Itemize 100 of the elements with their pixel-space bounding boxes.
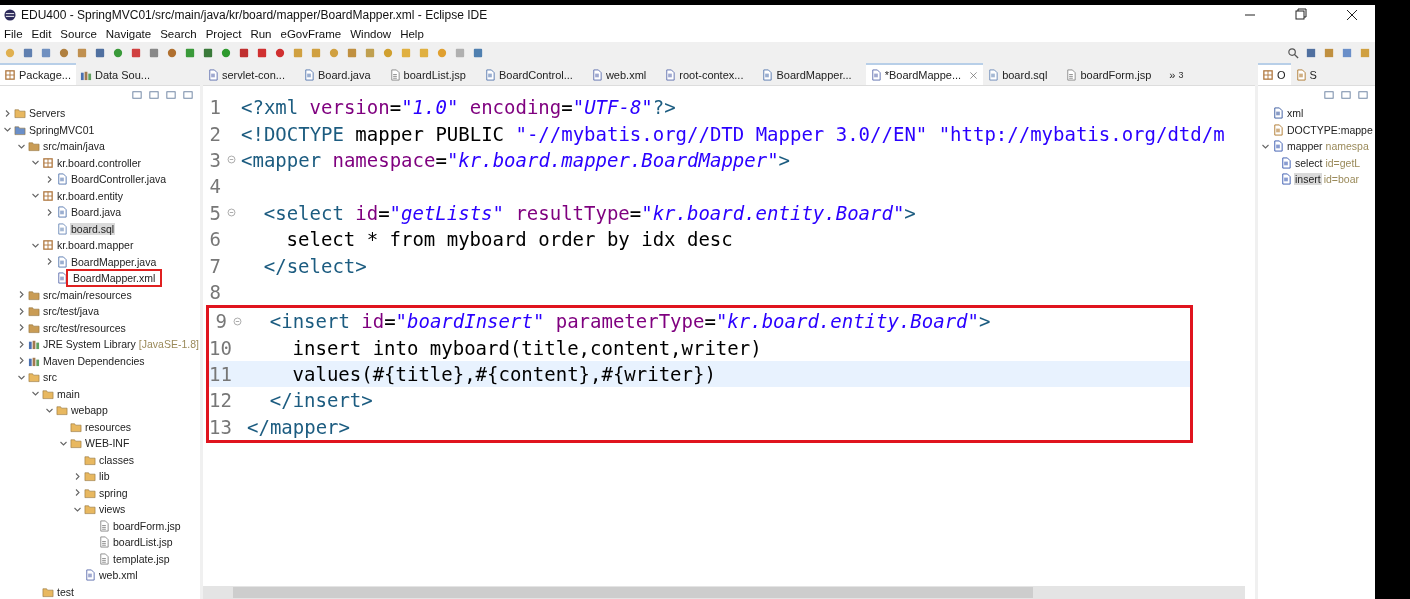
editor-tab[interactable]: board.sql (983, 63, 1062, 85)
tree-item[interactable]: WEB-INF (84, 437, 131, 450)
tree-item[interactable]: src/main/resources (42, 288, 133, 301)
tree-item[interactable]: BoardController.java (70, 173, 168, 186)
tree-item[interactable]: resources (84, 420, 133, 433)
tree-item[interactable]: main (56, 387, 81, 400)
view-toolbar-icon[interactable] (1340, 89, 1352, 101)
editor-tab[interactable]: Board.java (298, 63, 385, 85)
menu-item[interactable]: Window (350, 27, 392, 40)
tree-item[interactable]: boardList.jsp (112, 536, 174, 549)
tree-item[interactable]: board.sql (70, 222, 116, 235)
toolbar-icon[interactable] (40, 46, 52, 59)
fold-icon[interactable] (226, 155, 236, 165)
tree-item[interactable]: src/test/resources (42, 321, 127, 334)
toolbar-icon[interactable] (256, 46, 268, 59)
toolbar-icon[interactable] (76, 46, 88, 59)
toolbar-icon[interactable] (58, 46, 70, 59)
editor-tab[interactable]: boardList.jsp (384, 63, 480, 85)
tree-item[interactable]: test (56, 585, 75, 598)
tree-item[interactable]: boardForm.jsp (112, 519, 182, 532)
view-tab[interactable]: O (1258, 63, 1291, 85)
toolbar-icon[interactable] (184, 46, 196, 59)
tree-item[interactable]: BoardMapper.xml (66, 269, 163, 288)
tree-item[interactable]: src (42, 371, 58, 384)
editor-tab[interactable]: web.xml (586, 63, 661, 85)
tree-item[interactable]: src/test/java (42, 305, 101, 318)
view-toolbar-icon[interactable] (165, 89, 177, 101)
toolbar-icon[interactable] (382, 46, 394, 59)
toolbar-icon[interactable] (112, 46, 124, 59)
tree-item[interactable]: spring (98, 486, 129, 499)
toolbar-icon[interactable] (202, 46, 214, 59)
tree-item[interactable]: JRE System Library (42, 338, 137, 351)
menu-item[interactable]: Run (250, 27, 272, 40)
menu-item[interactable]: Project (205, 27, 242, 40)
toolbar-icon[interactable] (220, 46, 232, 59)
menu-item[interactable]: Source (60, 27, 97, 40)
perspective-icon[interactable] (1359, 46, 1371, 59)
menu-item[interactable]: File (4, 27, 23, 40)
perspective-icon[interactable] (1341, 46, 1353, 59)
view-tab[interactable]: Package... (0, 63, 76, 85)
tree-item[interactable]: web.xml (98, 569, 139, 582)
view-tab[interactable]: Data Sou... (76, 63, 156, 85)
tree-item[interactable]: webapp (70, 404, 109, 417)
more-tabs[interactable]: » 3 (1165, 63, 1189, 85)
tree-item[interactable]: classes (98, 453, 135, 466)
perspective-icon[interactable] (1323, 46, 1335, 59)
toolbar-icon[interactable] (148, 46, 160, 59)
file-icon (483, 69, 496, 81)
view-toolbar-icon[interactable] (131, 89, 143, 101)
outline-item[interactable]: xml (1286, 107, 1305, 120)
toolbar-icon[interactable] (364, 46, 376, 59)
toolbar-icon[interactable] (274, 46, 286, 59)
toolbar-icon[interactable] (130, 46, 142, 59)
outline-item[interactable]: select (1294, 156, 1324, 169)
editor-tab[interactable]: BoardMapper... (757, 63, 866, 85)
tree-item[interactable]: Board.java (70, 206, 123, 219)
tree-item[interactable]: kr.board.controller (56, 156, 143, 169)
fold-icon[interactable] (232, 316, 242, 326)
outline-item[interactable]: mapper (1286, 140, 1324, 153)
tree-item[interactable]: template.jsp (112, 552, 171, 565)
editor-tab[interactable]: root-contex... (660, 63, 758, 85)
menu-item[interactable]: Navigate (105, 27, 152, 40)
view-tab[interactable]: S (1290, 63, 1322, 85)
fold-icon[interactable] (226, 208, 236, 218)
toolbar-icon[interactable] (310, 46, 322, 59)
view-toolbar-icon[interactable] (182, 89, 194, 101)
menu-item[interactable]: Help (400, 27, 424, 40)
outline-item[interactable]: DOCTYPE:mappe (1286, 123, 1374, 136)
toolbar-icon[interactable] (328, 46, 340, 59)
toolbar-icon[interactable] (238, 46, 250, 59)
toolbar-icon[interactable] (292, 46, 304, 59)
tree-item[interactable]: SpringMVC01 (28, 123, 96, 136)
editor-tab[interactable]: *BoardMappe... (865, 63, 984, 85)
tree-item[interactable]: src/main/java (42, 140, 106, 153)
toolbar-icon[interactable] (22, 46, 34, 59)
view-toolbar-icon[interactable] (148, 89, 160, 101)
tree-item[interactable]: BoardMapper.java (70, 255, 158, 268)
outline-item[interactable]: insert (1294, 173, 1322, 186)
horizontal-scrollbar[interactable] (203, 586, 1245, 599)
tree-item[interactable]: views (98, 503, 127, 516)
tree-item[interactable]: Servers (28, 107, 67, 120)
view-toolbar-icon[interactable] (1357, 89, 1369, 101)
tree-item[interactable]: kr.board.mapper (56, 239, 135, 252)
toolbar-icon[interactable] (472, 46, 484, 59)
toolbar-icon[interactable] (346, 46, 358, 59)
toolbar-icon[interactable] (166, 46, 178, 59)
tree-item[interactable]: Maven Dependencies (42, 354, 146, 367)
search-icon[interactable] (1287, 46, 1299, 59)
menu-item[interactable]: Edit (31, 27, 52, 40)
editor-tab[interactable]: servlet-con... (203, 63, 299, 85)
perspective-icon[interactable] (1305, 46, 1317, 59)
menu-item[interactable]: Search (160, 27, 197, 40)
menu-item[interactable]: eGovFrame (280, 27, 342, 40)
view-toolbar-icon[interactable] (1323, 89, 1335, 101)
tree-item[interactable]: lib (98, 470, 111, 483)
editor-tab[interactable]: boardForm.jsp (1061, 63, 1166, 85)
editor-tab[interactable]: BoardControl... (479, 63, 587, 85)
line-number: 9 (214, 310, 227, 333)
toolbar-icon[interactable] (94, 46, 106, 59)
tree-item[interactable]: kr.board.entity (56, 189, 124, 202)
